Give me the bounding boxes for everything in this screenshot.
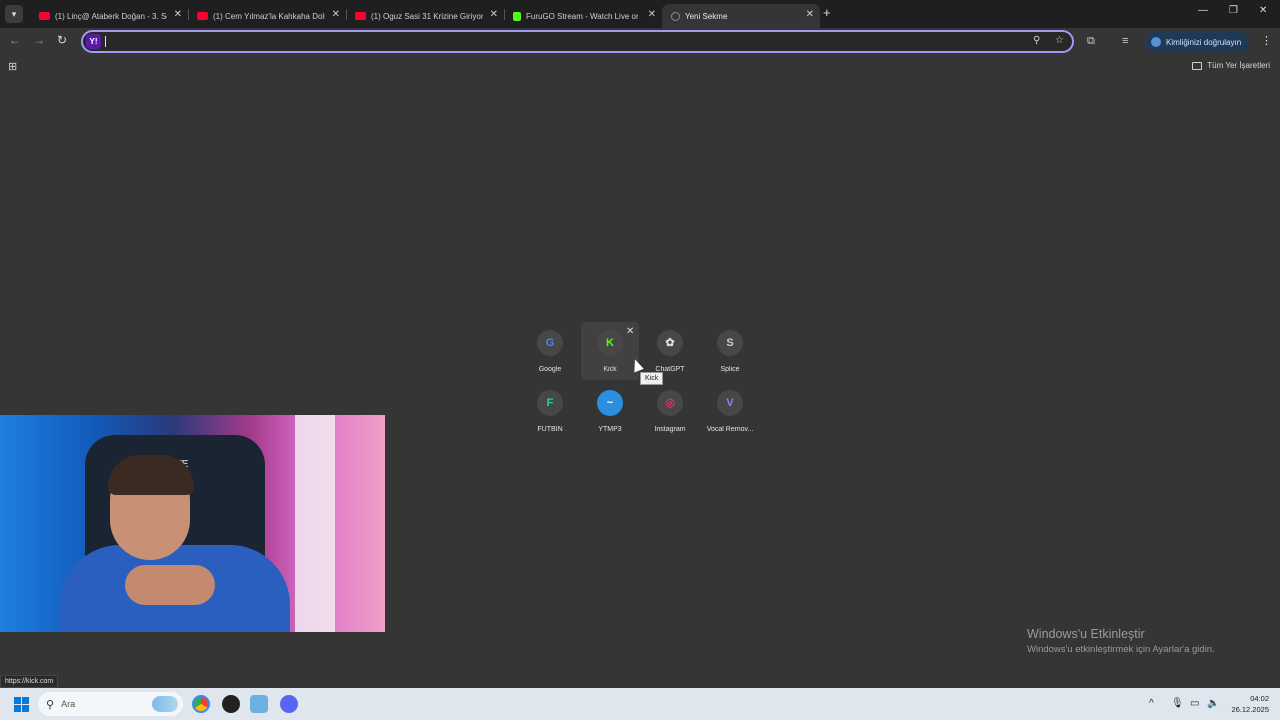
tab-title: (1) Cem Yılmaz'la Kahkaha Dolu — [213, 11, 325, 21]
zoom-search-icon[interactable]: ⚲ — [1033, 35, 1040, 46]
yahoo-search-engine-icon[interactable]: Y! — [86, 34, 101, 49]
volume-icon[interactable]: 🔈 — [1207, 698, 1219, 709]
close-icon[interactable]: ✕ — [332, 9, 340, 20]
extensions-icon[interactable]: ⧉ — [1087, 35, 1095, 48]
windows-taskbar: ⚲ Ara ^ 🎙 ▭ 🔈 04:02 26.12.2025 — [0, 688, 1280, 720]
shortcut-label: Instagram — [654, 426, 686, 433]
browser-toolbar: ← → ↻ Y! ⚲ ☆ ⧉ ≡ Kimliğinizi doğrulayın … — [0, 28, 1280, 56]
tab-1[interactable]: (1) Linç@ Ataberk Doğan - 3. Se ✕ — [30, 4, 188, 28]
taskbar-clock[interactable]: 04:02 26.12.2025 — [1229, 693, 1269, 715]
reading-list-icon[interactable]: ≡ — [1122, 35, 1128, 47]
shortcut-label: Splice — [720, 366, 740, 373]
tab-3[interactable]: (1) Oguz Sasi 31 Krizine Giriyor ✕ — [346, 4, 504, 28]
tab-title: (1) Oguz Sasi 31 Krizine Giriyor — [371, 11, 483, 21]
folder-icon — [1192, 61, 1203, 70]
shortcut-splice[interactable]: S Splice — [701, 322, 759, 380]
profile-verify-button[interactable]: Kimliğinizi doğrulayın — [1145, 32, 1249, 52]
search-highlight-icon — [152, 696, 178, 712]
shortcut-label: Kick — [603, 366, 617, 373]
clock-date: 26.12.2025 — [1231, 705, 1269, 714]
tab-strip: ▾ (1) Linç@ Ataberk Doğan - 3. Se ✕ (1) … — [0, 0, 1280, 28]
status-url-bubble: https://kick.com — [0, 675, 59, 688]
instagram-icon: ◎ — [657, 390, 683, 416]
shortcut-label: FUTBIN — [537, 426, 563, 433]
network-icon[interactable]: ▭ — [1190, 698, 1199, 709]
remove-shortcut-close-icon[interactable]: ✕ — [626, 326, 634, 337]
search-icon: ⚲ — [46, 698, 55, 711]
shortcut-tooltip: Kick — [640, 372, 664, 385]
tab-2[interactable]: (1) Cem Yılmaz'la Kahkaha Dolu ✕ — [188, 4, 346, 28]
reload-icon[interactable]: ↻ — [57, 33, 67, 47]
microphone-icon[interactable]: 🎙 — [1171, 698, 1184, 709]
taskbar-search[interactable]: ⚲ Ara — [38, 692, 183, 716]
tab-title: (1) Linç@ Ataberk Doğan - 3. Se — [55, 11, 167, 21]
minimize-icon[interactable]: — — [1198, 5, 1208, 16]
tab-title: FuruGO Stream - Watch Live on — [526, 11, 638, 21]
shortcut-futbin[interactable]: F FUTBIN — [521, 382, 579, 440]
youtube-icon — [39, 12, 50, 20]
profile-avatar-icon — [1151, 37, 1161, 47]
chatgpt-icon: ✿ — [657, 330, 683, 356]
app2-taskbar-icon[interactable] — [250, 695, 268, 713]
shortcut-vocal-remover[interactable]: V Vocal Remov... — [701, 382, 759, 440]
bookmark-star-icon[interactable]: ☆ — [1055, 35, 1064, 46]
close-window-icon[interactable]: ✕ — [1259, 5, 1267, 16]
back-icon[interactable]: ← — [9, 33, 21, 47]
vocal-remover-icon: V — [717, 390, 743, 416]
profile-verify-label: Kimliğinizi doğrulayın — [1166, 37, 1242, 47]
google-icon: G — [537, 330, 563, 356]
close-icon[interactable]: ✕ — [648, 9, 656, 20]
tab-title: Yeni Sekme — [685, 11, 728, 21]
ytmp3-icon: ~ — [597, 390, 623, 416]
restore-icon[interactable]: ❐ — [1229, 5, 1238, 16]
text-caret — [105, 36, 106, 47]
windows-activation-watermark: Windows'u Etkinleştir Windows'u etkinleş… — [1027, 627, 1215, 655]
close-icon[interactable]: ✕ — [806, 9, 814, 20]
webcam-overlay: DIVE — [0, 415, 385, 632]
shortcut-google[interactable]: G Google — [521, 322, 579, 380]
chrome-taskbar-icon[interactable] — [192, 695, 210, 713]
app-taskbar-icon[interactable] — [222, 695, 240, 713]
new-tab-icon — [671, 11, 680, 21]
person-hair — [108, 455, 194, 495]
splice-icon: S — [717, 330, 743, 356]
activation-subtitle: Windows'u etkinleştirmek için Ayarlar'a … — [1027, 644, 1215, 655]
shortcut-label: YTMP3 — [598, 426, 622, 433]
start-button[interactable] — [14, 697, 29, 712]
tab-search-button[interactable]: ▾ — [5, 5, 23, 23]
youtube-icon — [197, 12, 208, 20]
shortcut-label: Vocal Remov... — [706, 426, 754, 433]
person-hands — [125, 565, 215, 605]
shortcut-instagram[interactable]: ◎ Instagram — [641, 382, 699, 440]
all-bookmarks-button[interactable]: Tüm Yer İşaretleri — [1192, 61, 1270, 70]
clock-time: 04:02 — [1250, 694, 1269, 703]
tab-5-active[interactable]: Yeni Sekme ✕ — [662, 4, 820, 28]
futbin-icon: F — [537, 390, 563, 416]
taskbar-search-placeholder: Ara — [61, 699, 76, 709]
background-light — [295, 415, 335, 632]
chevron-up-icon[interactable]: ^ — [1149, 698, 1154, 709]
close-icon[interactable]: ✕ — [174, 9, 182, 20]
discord-taskbar-icon[interactable] — [280, 695, 298, 713]
all-bookmarks-label: Tüm Yer İşaretleri — [1207, 61, 1270, 70]
tab-4[interactable]: FuruGO Stream - Watch Live on ✕ — [504, 4, 662, 28]
kick-icon — [513, 11, 521, 21]
shortcut-label: Google — [538, 366, 562, 373]
shortcut-ytmp3[interactable]: ~ YTMP3 — [581, 382, 639, 440]
more-menu-icon[interactable]: ⋮ — [1261, 34, 1272, 47]
address-bar[interactable]: Y! ⚲ ☆ — [81, 30, 1074, 53]
close-icon[interactable]: ✕ — [490, 9, 498, 20]
kick-icon: K — [597, 330, 623, 356]
forward-icon[interactable]: → — [33, 33, 45, 47]
apps-grid-icon[interactable]: ⊞ — [8, 60, 17, 73]
new-tab-button[interactable]: + — [823, 5, 831, 20]
bookmarks-bar: ⊞ Tüm Yer İşaretleri — [0, 56, 1280, 78]
activation-title: Windows'u Etkinleştir — [1027, 627, 1145, 641]
youtube-icon — [355, 12, 366, 20]
